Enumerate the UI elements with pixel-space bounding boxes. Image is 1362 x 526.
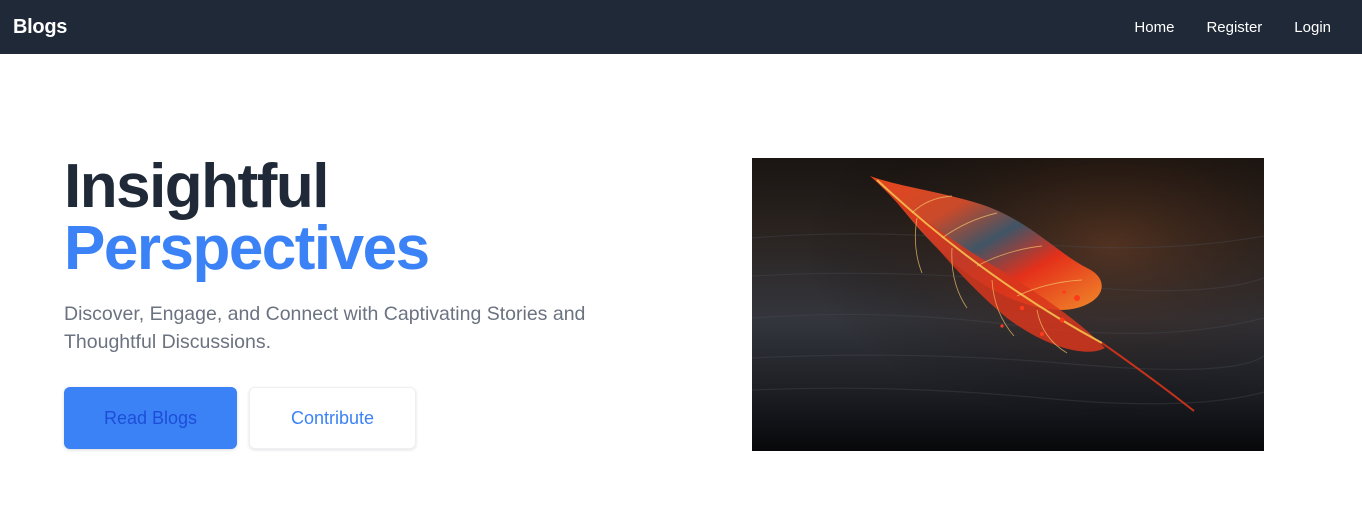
hero-subtitle: Discover, Engage, and Connect with Capti… [64,303,586,353]
brand-logo[interactable]: Blogs [13,16,67,39]
hero-title-line1: Insightful [64,152,329,221]
contribute-button[interactable]: Contribute [249,387,416,449]
hero-leaf-image [752,158,1264,451]
hero-title-line2: Perspectives [64,214,430,283]
nav-login-link[interactable]: Login [1294,19,1331,36]
leaf-illustration [752,158,1264,451]
nav-home-link[interactable]: Home [1134,19,1174,36]
top-navbar: Blogs Home Register Login [0,0,1362,54]
hero-title: Insightful Perspectives [64,156,644,280]
read-blogs-button[interactable]: Read Blogs [64,387,237,449]
hero-section: Insightful Perspectives Discover, Engage… [0,54,1362,526]
hero-text: Insightful Perspectives Discover, Engage… [64,156,644,356]
hero-buttons: Read Blogs Contribute [64,387,416,449]
nav-register-link[interactable]: Register [1206,19,1262,36]
nav-links: Home Register Login [1134,19,1331,36]
